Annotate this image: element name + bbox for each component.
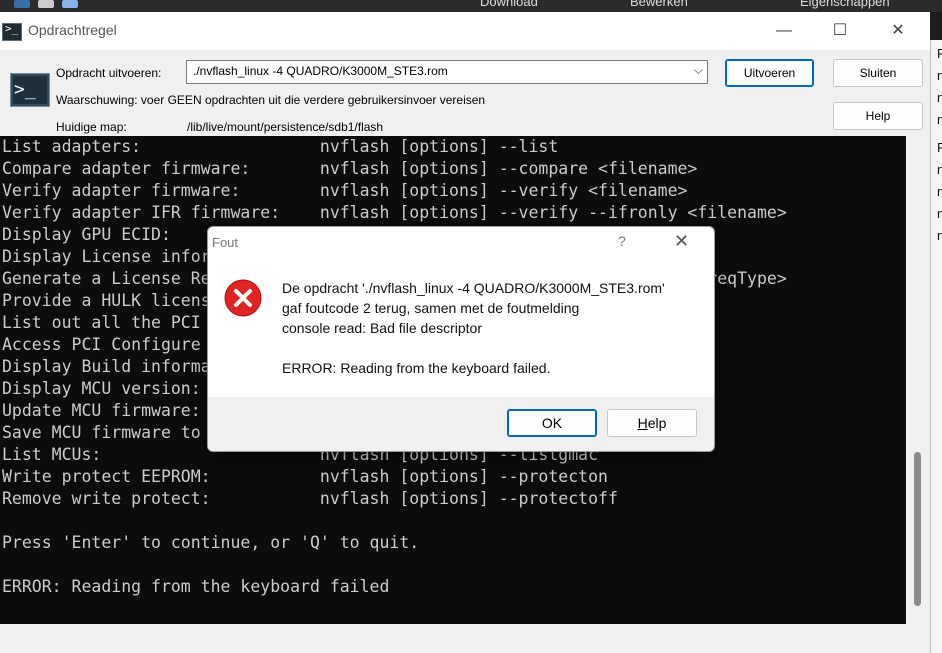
taskbar-icon <box>38 0 54 8</box>
close-button[interactable]: ✕ <box>878 17 918 45</box>
terminal-line: Verify adapter IFR firmware: nvflash [op… <box>2 203 787 222</box>
error-dialog: Fout ? ✕ De opdracht './nvflash_linux -4… <box>207 226 715 452</box>
bg-text: n <box>937 90 942 105</box>
terminal-line: Compare adapter firmware: nvflash [optio… <box>2 159 698 178</box>
terminal-line: Write protect EEPROM: nvflash [options] … <box>2 467 608 486</box>
bg-text: R <box>937 46 942 61</box>
minimize-button[interactable]: — <box>764 17 804 45</box>
bg-text: n <box>937 68 942 83</box>
close-icon[interactable]: ✕ <box>674 231 689 252</box>
taskbar-icon <box>14 0 30 8</box>
dialog-footer: OK Help <box>208 397 714 451</box>
terminal-icon: >_ <box>10 73 50 107</box>
window-title: Opdrachtregel <box>28 22 117 38</box>
bg-text: F <box>937 140 942 155</box>
terminal-line: Press 'Enter' to continue, or 'Q' to qui… <box>2 533 420 552</box>
dialog-message-line: console read: Bad file descriptor <box>282 320 482 336</box>
dir-label: Huidige map: <box>56 120 127 134</box>
run-label: Opdracht uitvoeren: <box>56 66 162 80</box>
taskbar-icon <box>62 0 78 8</box>
bg-text: n <box>937 206 942 221</box>
dialog-message-line: ERROR: Reading from the keyboard failed. <box>282 360 551 376</box>
bg-text: n <box>937 162 942 177</box>
dialog-title: Fout <box>212 235 239 250</box>
bg-text: n <box>937 184 942 199</box>
maximize-button[interactable]: ☐ <box>820 17 860 45</box>
terminal-line: ERROR: Reading from the keyboard failed <box>2 577 390 596</box>
warning-text: Waarschuwing: voer GEEN opdrachten uit d… <box>56 93 486 107</box>
terminal-line: Verify adapter firmware: nvflash [option… <box>2 181 688 200</box>
run-button[interactable]: Uitvoeren <box>725 59 814 87</box>
terminal-line: List adapters: nvflash [options] --list <box>2 137 559 156</box>
taskbar-bewerken: Bewerken <box>630 0 688 9</box>
help-label-rest: elp <box>647 415 667 431</box>
help-accelerator: H <box>637 415 648 431</box>
terminal-line: Remove write protect: nvflash [options] … <box>2 489 618 508</box>
taskbar-download: Download <box>480 0 538 9</box>
ok-button[interactable]: OK <box>507 409 597 437</box>
dialog-message-line: gaf foutcode 2 terug, samen met de foutm… <box>282 300 580 316</box>
bg-text: n <box>937 228 942 243</box>
command-value[interactable]: ./nvflash_linux -4 QUADRO/K3000M_STE3.ro… <box>193 64 448 78</box>
terminal-icon: >_ <box>2 22 22 41</box>
help-icon[interactable]: ? <box>618 233 626 249</box>
bg-text: n <box>937 112 942 127</box>
background-taskbar: Download Bewerken Eigenschappen <box>0 0 942 12</box>
background-window: R n n n F n n n n <box>930 40 942 653</box>
close-dialog-button[interactable]: Sluiten <box>833 59 923 87</box>
error-icon <box>224 279 262 317</box>
scrollbar-thumb[interactable] <box>914 452 921 606</box>
dir-value: /lib/live/mount/persistence/sdb1/flash <box>187 120 384 134</box>
vertical-scrollbar[interactable] <box>906 136 930 624</box>
horizontal-scrollbar[interactable] <box>0 624 930 641</box>
title-bar[interactable]: >_ Opdrachtregel — ☐ ✕ <box>0 12 930 50</box>
taskbar-eigenschappen: Eigenschappen <box>800 0 890 9</box>
chevron-down-icon[interactable]: ⌵ <box>694 63 703 78</box>
command-combobox[interactable]: ./nvflash_linux -4 QUADRO/K3000M_STE3.ro… <box>186 60 708 84</box>
dialog-help-button[interactable]: Help <box>607 409 697 437</box>
help-button[interactable]: Help <box>833 102 923 130</box>
dialog-message-line: De opdracht './nvflash_linux -4 QUADRO/K… <box>282 280 665 296</box>
